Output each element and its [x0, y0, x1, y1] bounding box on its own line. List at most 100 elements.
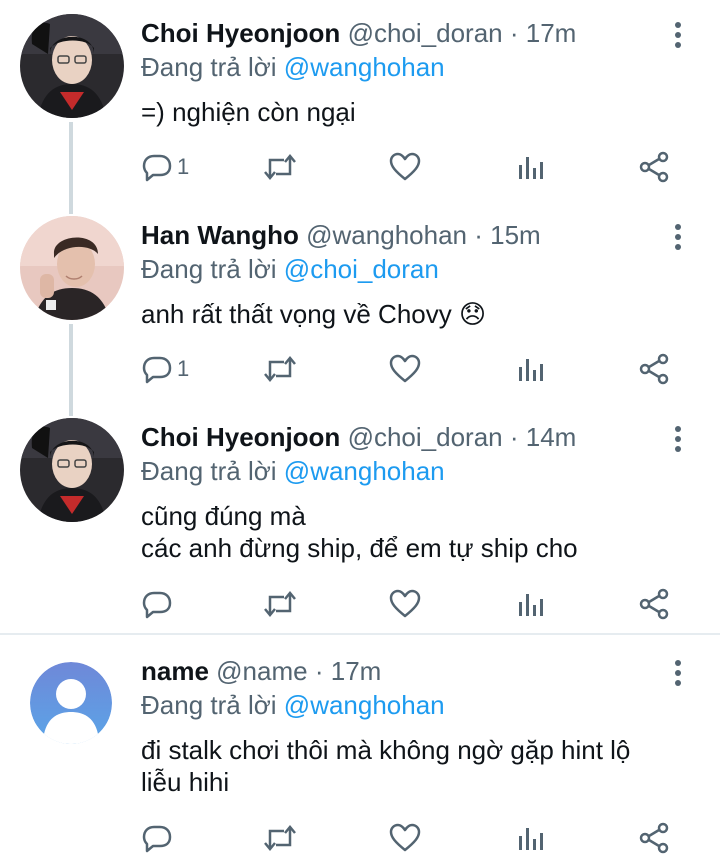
handle[interactable]: @choi_doran	[348, 422, 503, 452]
share-button[interactable]	[638, 349, 670, 389]
replying-to: Đang trả lời @choi_doran	[141, 252, 439, 286]
share-button[interactable]	[638, 818, 670, 858]
separator: ·	[314, 656, 324, 686]
tweet-actions: 1	[0, 349, 720, 389]
tweet-actions: 1	[0, 147, 720, 187]
like-button[interactable]	[389, 818, 421, 858]
retweet-icon	[264, 591, 296, 617]
retweet-button[interactable]	[262, 147, 298, 187]
reply-icon	[142, 356, 172, 384]
tweet-header: name @name · 17m	[141, 654, 381, 688]
reply-button[interactable]: 1	[141, 349, 189, 389]
tweet-header: Han Wangho @wanghohan · 15m	[141, 218, 541, 252]
tweet-text-line: liễu hihi	[141, 767, 230, 797]
analytics-icon	[519, 359, 543, 381]
avatar[interactable]	[20, 14, 124, 118]
timestamp[interactable]: 14m	[526, 422, 577, 452]
reply-mention[interactable]: @wanghohan	[284, 690, 445, 720]
retweet-icon	[264, 154, 296, 180]
analytics-button[interactable]	[517, 818, 545, 858]
tweet-actions	[0, 818, 720, 858]
tweet-text-line: đi stalk chơi thôi mà không ngờ gặp hint…	[141, 735, 631, 765]
more-options-icon[interactable]	[666, 20, 690, 50]
timestamp[interactable]: 15m	[490, 220, 541, 250]
tweet[interactable]: Choi Hyeonjoon @choi_doran · 14m Đang tr…	[0, 404, 720, 630]
heart-icon	[389, 589, 421, 618]
heart-icon	[389, 823, 421, 852]
handle[interactable]: @wanghohan	[306, 220, 467, 250]
avatar[interactable]	[20, 216, 124, 320]
separator: ·	[509, 18, 519, 48]
timestamp[interactable]: 17m	[331, 656, 382, 686]
analytics-button[interactable]	[517, 584, 545, 624]
tweet[interactable]: Choi Hyeonjoon @choi_doran · 17m Đang tr…	[0, 0, 720, 200]
analytics-icon	[519, 594, 543, 616]
disappointed-emoji: 😞	[458, 299, 487, 329]
reply-button[interactable]	[141, 818, 177, 858]
reply-prefix: Đang trả lời	[141, 690, 277, 720]
analytics-button[interactable]	[517, 349, 545, 389]
reply-mention[interactable]: @choi_doran	[284, 254, 439, 284]
tweet-text: đi stalk chơi thôi mà không ngờ gặp hint…	[141, 734, 681, 798]
tweet-header: Choi Hyeonjoon @choi_doran · 14m	[141, 420, 576, 454]
replying-to: Đang trả lời @wanghohan	[141, 50, 445, 84]
tweet-text: anh rất thất vọng về Chovy 😞	[141, 298, 681, 330]
reply-mention[interactable]: @wanghohan	[284, 52, 445, 82]
share-icon	[639, 151, 669, 183]
reply-count: 1	[177, 154, 190, 179]
display-name[interactable]: Choi Hyeonjoon	[141, 18, 340, 48]
heart-icon	[389, 152, 421, 181]
analytics-icon	[519, 828, 543, 850]
like-button[interactable]	[389, 349, 421, 389]
timestamp[interactable]: 17m	[526, 18, 577, 48]
like-button[interactable]	[389, 584, 421, 624]
tweet[interactable]: name @name · 17m Đang trả lời @wanghohan…	[0, 638, 720, 868]
display-name[interactable]: Choi Hyeonjoon	[141, 422, 340, 452]
reply-mention[interactable]: @wanghohan	[284, 456, 445, 486]
tweet[interactable]: Han Wangho @wanghohan · 15m Đang trả lời…	[0, 202, 720, 402]
more-options-icon[interactable]	[666, 424, 690, 454]
share-button[interactable]	[638, 147, 670, 187]
tweet-text: =) nghiện còn ngại	[141, 96, 681, 128]
reply-count: 1	[177, 356, 190, 381]
tweet-text: cũng đúng mà các anh đừng ship, để em tự…	[141, 500, 681, 564]
share-button[interactable]	[638, 584, 670, 624]
separator: ·	[474, 220, 483, 250]
analytics-button[interactable]	[517, 147, 545, 187]
replying-to: Đang trả lời @wanghohan	[141, 454, 445, 488]
tweet-text-line: cũng đúng mà	[141, 501, 306, 531]
tweet-text-line: anh rất thất vọng về Chovy 😞	[141, 298, 681, 330]
reply-thread: Choi Hyeonjoon @choi_doran · 17m Đang tr…	[0, 0, 720, 868]
reply-icon	[142, 154, 172, 182]
display-name[interactable]: Han Wangho	[141, 220, 299, 250]
thread-divider	[0, 633, 720, 635]
avatar[interactable]	[20, 418, 124, 522]
retweet-button[interactable]	[262, 818, 298, 858]
share-icon	[639, 588, 669, 620]
retweet-icon	[264, 356, 296, 382]
heart-icon	[389, 354, 421, 383]
more-options-icon[interactable]	[666, 658, 690, 688]
handle[interactable]: @choi_doran	[348, 18, 503, 48]
reply-button[interactable]	[141, 584, 177, 624]
reply-icon	[142, 825, 172, 853]
reply-prefix: Đang trả lời	[141, 254, 277, 284]
share-icon	[639, 822, 669, 854]
retweet-icon	[264, 825, 296, 851]
share-icon	[639, 353, 669, 385]
like-button[interactable]	[389, 147, 421, 187]
retweet-button[interactable]	[262, 584, 298, 624]
tweet-header: Choi Hyeonjoon @choi_doran · 17m	[141, 16, 576, 50]
retweet-button[interactable]	[262, 349, 298, 389]
reply-button[interactable]: 1	[141, 147, 189, 187]
reply-prefix: Đang trả lời	[141, 456, 277, 486]
handle[interactable]: @name	[216, 656, 307, 686]
display-name[interactable]: name	[141, 656, 209, 686]
avatar[interactable]	[30, 662, 112, 744]
replying-to: Đang trả lời @wanghohan	[141, 688, 445, 722]
tweet-actions	[0, 584, 720, 624]
more-options-icon[interactable]	[666, 222, 690, 252]
tweet-text-line: các anh đừng ship, để em tự ship cho	[141, 533, 578, 563]
tweet-text-line: =) nghiện còn ngại	[141, 97, 356, 127]
separator: ·	[509, 422, 519, 452]
